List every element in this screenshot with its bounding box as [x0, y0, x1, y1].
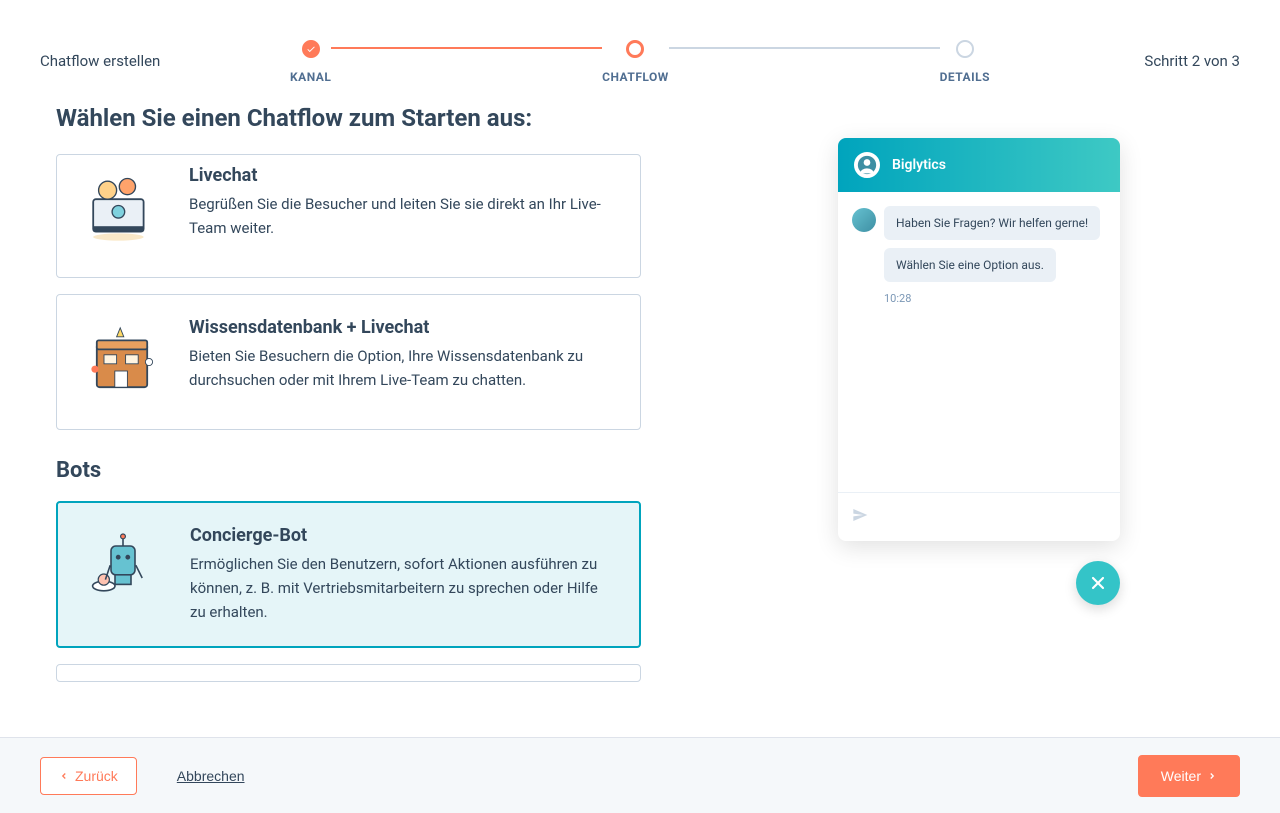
knowledge-base-icon	[77, 317, 167, 407]
livechat-icon	[77, 165, 167, 255]
step-connector	[331, 47, 602, 49]
close-chat-button[interactable]	[1076, 561, 1120, 605]
send-icon[interactable]	[852, 507, 868, 527]
chevron-left-icon	[59, 768, 69, 784]
chat-preview: Biglytics Haben Sie Fragen? Wir helfen g…	[838, 138, 1120, 541]
chat-bubble: Haben Sie Fragen? Wir helfen gerne!	[884, 206, 1100, 240]
chat-timestamp: 10:28	[884, 292, 1106, 305]
section-heading-bots: Bots	[56, 458, 641, 483]
avatar	[852, 208, 876, 232]
step-kanal[interactable]: KANAL	[290, 40, 331, 84]
option-desc: Bieten Sie Besuchern die Option, Ihre Wi…	[189, 344, 616, 392]
chat-preview-column: Biglytics Haben Sie Fragen? Wir helfen g…	[681, 104, 1240, 724]
wizard-footer: Zurück Abbrechen Weiter	[0, 737, 1280, 813]
main-content: Wählen Sie einen Chatflow zum Starten au…	[0, 104, 1280, 724]
check-icon	[302, 40, 320, 58]
page-title: Wählen Sie einen Chatflow zum Starten au…	[56, 104, 641, 132]
cancel-button[interactable]: Abbrechen	[159, 758, 263, 794]
concierge-bot-icon	[78, 525, 168, 615]
option-title: Livechat	[189, 165, 616, 186]
back-label: Zurück	[75, 768, 118, 784]
chat-input-bar	[838, 492, 1120, 541]
step-connector	[669, 47, 940, 49]
next-button[interactable]: Weiter	[1138, 755, 1240, 797]
chevron-right-icon	[1207, 768, 1217, 784]
step-circle-pending	[956, 40, 974, 58]
chat-preview-body: Haben Sie Fragen? Wir helfen gerne! Wähl…	[838, 192, 1120, 492]
wizard-header: Chatflow erstellen KANAL CHATFLOW DETAIL…	[0, 0, 1280, 104]
chatflow-options: Wählen Sie einen Chatflow zum Starten au…	[56, 104, 641, 724]
option-concierge-bot[interactable]: Concierge-Bot Ermöglichen Sie den Benutz…	[56, 501, 641, 648]
next-label: Weiter	[1161, 768, 1201, 784]
option-partial-next[interactable]	[56, 664, 641, 682]
options-list: Livechat Begrüßen Sie die Besucher und l…	[56, 154, 641, 709]
cancel-label: Abbrechen	[177, 768, 245, 784]
option-desc: Begrüßen Sie die Besucher und leiten Sie…	[189, 192, 616, 240]
option-livechat[interactable]: Livechat Begrüßen Sie die Besucher und l…	[56, 154, 641, 278]
step-details[interactable]: DETAILS	[940, 40, 990, 84]
step-counter: Schritt 2 von 3	[1144, 52, 1240, 70]
step-circle-active	[626, 40, 644, 58]
option-title: Wissensdatenbank + Livechat	[189, 317, 616, 338]
step-chatflow[interactable]: CHATFLOW	[602, 40, 669, 84]
avatar	[854, 152, 880, 178]
option-title: Concierge-Bot	[190, 525, 615, 546]
option-desc: Ermöglichen Sie den Benutzern, sofort Ak…	[190, 552, 615, 624]
chat-company-name: Biglytics	[892, 157, 946, 173]
back-button[interactable]: Zurück	[40, 757, 137, 795]
wizard-stepper: KANAL CHATFLOW DETAILS	[290, 40, 990, 84]
chat-bubble: Wählen Sie eine Option aus.	[884, 248, 1056, 282]
chat-preview-header: Biglytics	[838, 138, 1120, 192]
option-kb-livechat[interactable]: Wissensdatenbank + Livechat Bieten Sie B…	[56, 294, 641, 430]
wizard-title: Chatflow erstellen	[40, 52, 160, 70]
